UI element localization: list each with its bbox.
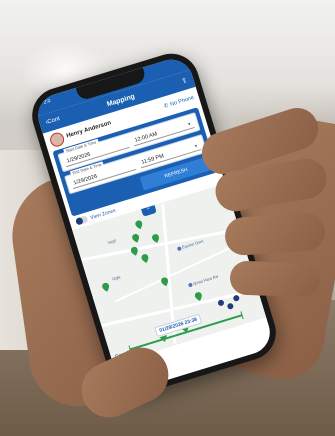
status-time: 2:0 [42, 98, 52, 106]
right-finger [229, 260, 321, 298]
current-location-marker[interactable] [232, 294, 241, 302]
map-place-name: Quaa Hara Rd [192, 273, 219, 287]
export-icon[interactable]: ⇪ [181, 76, 189, 85]
end-time-value: 11:59 PM [140, 153, 165, 166]
avatar [48, 130, 66, 149]
phone-status-label: No Phone [169, 94, 195, 108]
location-pin-icon[interactable] [141, 253, 150, 264]
map-road-label: Virgil [106, 237, 117, 246]
current-location-marker[interactable] [226, 302, 235, 311]
view-zones-toggle[interactable] [75, 215, 89, 226]
map-place-label: Quaa Hara Rd [187, 273, 219, 288]
back-button-label: Cont [46, 116, 61, 126]
chevron-down-icon: ▼ [193, 142, 199, 149]
map-road [81, 227, 240, 262]
start-time-value: 12:00 AM [134, 131, 159, 144]
timeline-slider-thumb[interactable] [159, 335, 169, 344]
back-button[interactable]: ‹ Cont [45, 116, 61, 126]
chevron-down-icon: ▼ [186, 120, 192, 127]
location-pin-icon[interactable] [101, 282, 110, 293]
right-finger [223, 211, 327, 257]
phone-icon: ✆ [163, 102, 170, 110]
current-location-marker[interactable] [217, 299, 225, 307]
phone-status[interactable]: ✆ No Phone [163, 95, 194, 110]
slider-tick [240, 311, 244, 320]
location-pin-icon[interactable] [131, 233, 140, 244]
location-pin-icon[interactable] [134, 220, 143, 231]
map-road-label: Ogle [111, 274, 122, 282]
